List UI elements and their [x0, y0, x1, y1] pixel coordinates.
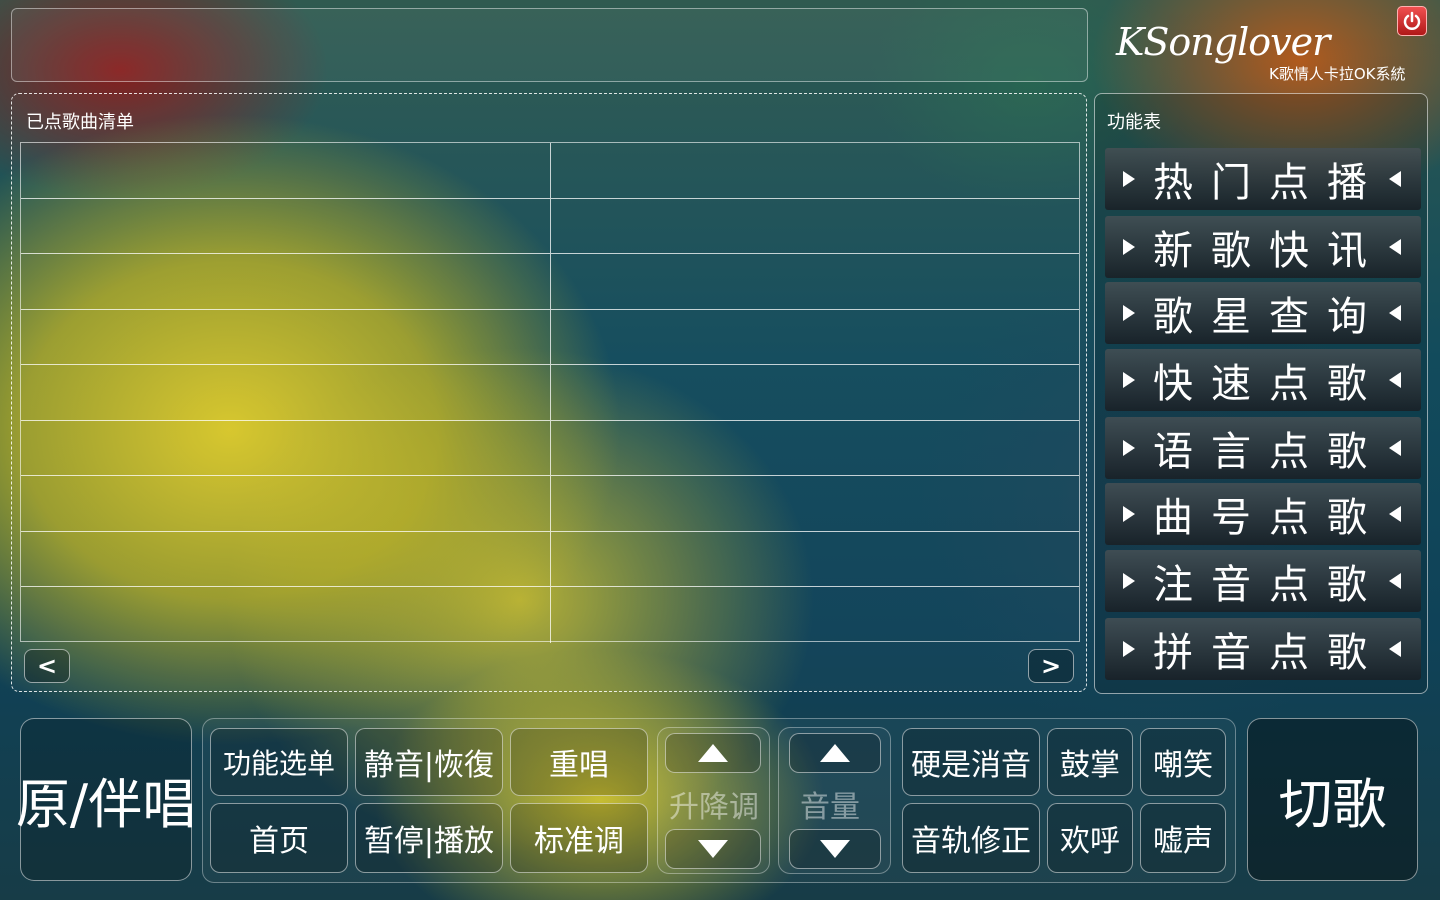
standard-key-button[interactable]: 标准调	[510, 803, 648, 873]
table-row[interactable]	[21, 143, 1079, 199]
song-queue-table	[20, 142, 1080, 643]
song-cell[interactable]	[21, 476, 551, 531]
applause-button[interactable]: 鼓掌	[1047, 728, 1133, 796]
pause-play-button[interactable]: 暂停|播放	[355, 803, 503, 873]
song-queue-panel: 已点歌曲清单 < >	[11, 93, 1087, 692]
power-button[interactable]	[1397, 6, 1427, 36]
next-song-button[interactable]: 切歌	[1247, 718, 1418, 881]
song-cell[interactable]	[551, 421, 1080, 476]
function-menu-panel: 功能表 热门点播 新歌快讯 歌星查询 快速点歌 语言点歌 曲号点歌 注音点歌 拼…	[1094, 93, 1428, 694]
menu-item-pinyin-select[interactable]: 拼音点歌	[1105, 618, 1421, 680]
volume-down-button[interactable]	[789, 829, 881, 869]
queue-title: 已点歌曲清单	[26, 112, 134, 133]
boo-button[interactable]: 嘘声	[1140, 803, 1226, 873]
arrow-right-icon	[1123, 506, 1135, 522]
arrow-right-icon	[1123, 171, 1135, 187]
table-row[interactable]	[21, 309, 1080, 365]
arrow-right-icon	[1123, 440, 1135, 456]
replay-button[interactable]: 重唱	[510, 728, 648, 796]
arrow-down-icon	[820, 840, 850, 858]
arrow-up-icon	[698, 744, 728, 762]
song-cell[interactable]	[21, 531, 551, 586]
mute-restore-button[interactable]: 静音|恢復	[355, 728, 503, 796]
logo-subtitle: K歌情人卡拉OK系統	[1269, 65, 1406, 83]
song-cell[interactable]	[551, 587, 1080, 643]
arrow-right-icon	[1123, 573, 1135, 589]
arrow-left-icon	[1389, 372, 1401, 388]
arrow-right-icon	[1123, 305, 1135, 321]
arrow-left-icon	[1389, 440, 1401, 456]
menu-item-label: 快速点歌	[1153, 361, 1385, 407]
song-cell[interactable]	[21, 254, 551, 309]
logo-brand: KSonglover	[1116, 20, 1330, 64]
menu-item-label: 热门点播	[1153, 160, 1385, 206]
function-menu-button[interactable]: 功能选单	[210, 728, 348, 796]
table-row[interactable]	[21, 365, 1079, 421]
power-icon	[1403, 11, 1421, 30]
cheer-button[interactable]: 欢呼	[1047, 803, 1133, 873]
arrow-left-icon	[1389, 305, 1401, 321]
key-up-button[interactable]	[665, 733, 761, 773]
arrow-left-icon	[1389, 573, 1401, 589]
song-cell[interactable]	[551, 254, 1080, 309]
next-page-button[interactable]: >	[1028, 649, 1074, 683]
song-cell[interactable]	[21, 365, 551, 420]
song-cell[interactable]	[551, 310, 1080, 365]
song-cell[interactable]	[21, 587, 551, 643]
song-cell[interactable]	[551, 532, 1080, 587]
vocal-toggle-button[interactable]: 原/伴唱	[16, 718, 196, 881]
menu-item-quick-select[interactable]: 快速点歌	[1105, 349, 1421, 411]
arrow-down-icon	[698, 840, 728, 858]
arrow-right-icon	[1123, 239, 1135, 255]
prev-page-button[interactable]: <	[24, 649, 70, 683]
home-button[interactable]: 首页	[210, 803, 348, 873]
menu-item-singer-search[interactable]: 歌星查询	[1105, 282, 1421, 344]
function-menu-title: 功能表	[1107, 112, 1161, 133]
laugh-button[interactable]: 嘲笑	[1140, 728, 1226, 796]
app-logo: KSonglover K歌情人卡拉OK系統	[1112, 20, 1430, 84]
arrow-left-icon	[1389, 641, 1401, 657]
menu-item-label: 新歌快讯	[1153, 228, 1385, 274]
song-cell[interactable]	[21, 143, 551, 198]
table-row[interactable]	[21, 254, 1079, 310]
menu-item-hot-songs[interactable]: 热门点播	[1105, 148, 1421, 210]
volume-up-button[interactable]	[789, 733, 881, 773]
table-row[interactable]	[21, 531, 1080, 587]
now-playing-bar	[11, 8, 1088, 82]
arrow-left-icon	[1389, 171, 1401, 187]
arrow-left-icon	[1389, 239, 1401, 255]
menu-item-zhuyin-select[interactable]: 注音点歌	[1105, 550, 1421, 612]
arrow-up-icon	[820, 744, 850, 762]
song-cell[interactable]	[551, 476, 1080, 531]
key-label: 升降调	[669, 790, 759, 825]
menu-item-number-select[interactable]: 曲号点歌	[1105, 483, 1421, 545]
song-cell[interactable]	[551, 365, 1080, 420]
song-cell[interactable]	[21, 420, 551, 475]
song-cell[interactable]	[21, 198, 551, 253]
table-row[interactable]	[21, 476, 1079, 532]
song-cell[interactable]	[21, 309, 551, 364]
menu-item-label: 注音点歌	[1153, 562, 1385, 608]
table-row[interactable]	[21, 198, 1080, 254]
song-cell[interactable]	[551, 199, 1080, 254]
hard-mute-button[interactable]: 硬是消音	[902, 728, 1040, 796]
table-row[interactable]	[21, 587, 1079, 643]
arrow-left-icon	[1389, 506, 1401, 522]
menu-item-label: 语言点歌	[1153, 429, 1385, 475]
arrow-right-icon	[1123, 372, 1135, 388]
volume-label: 音量	[800, 790, 860, 825]
menu-item-label: 拼音点歌	[1153, 630, 1385, 676]
table-row[interactable]	[21, 420, 1080, 476]
arrow-right-icon	[1123, 641, 1135, 657]
menu-item-label: 歌星查询	[1153, 294, 1385, 340]
song-cell[interactable]	[551, 143, 1080, 198]
menu-item-language-select[interactable]: 语言点歌	[1105, 417, 1421, 479]
menu-item-label: 曲号点歌	[1153, 495, 1385, 541]
track-fix-button[interactable]: 音轨修正	[902, 803, 1040, 873]
menu-item-new-songs[interactable]: 新歌快讯	[1105, 216, 1421, 278]
key-down-button[interactable]	[665, 829, 761, 869]
